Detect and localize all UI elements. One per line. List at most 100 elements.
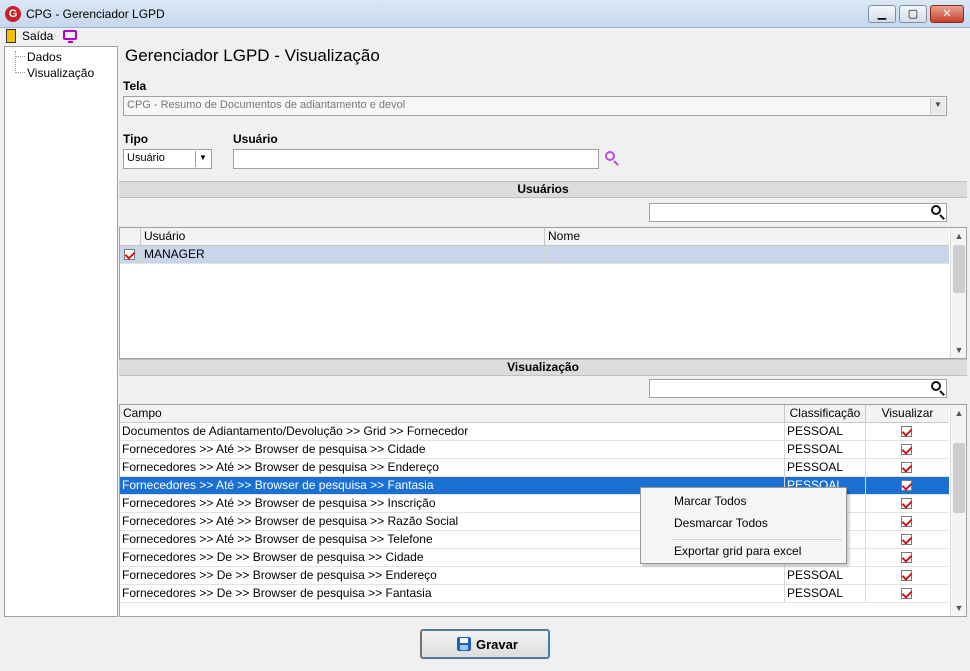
- visualizar-checkbox[interactable]: [901, 480, 912, 491]
- search-icon[interactable]: [605, 151, 619, 166]
- cell-visualizar: [866, 549, 949, 567]
- scroll-up-icon[interactable]: ▲: [951, 405, 966, 421]
- table-row[interactable]: MANAGER: [120, 246, 949, 264]
- header-check-column: [120, 228, 141, 245]
- usuario-input[interactable]: [233, 149, 599, 169]
- chevron-down-icon[interactable]: ▼: [195, 151, 210, 167]
- search-ring: [931, 205, 941, 215]
- save-button[interactable]: Gravar: [420, 629, 550, 659]
- save-disk-icon: [457, 637, 471, 651]
- tree-item-dados[interactable]: Dados: [27, 50, 62, 64]
- cell-classificacao: PESSOAL: [785, 459, 866, 477]
- visualizar-checkbox[interactable]: [901, 570, 912, 581]
- cell-classificacao: PESSOAL: [785, 567, 866, 585]
- usuario-label: Usuário: [233, 132, 278, 146]
- cell-usuario: MANAGER: [141, 246, 545, 264]
- table-row[interactable]: Fornecedores >> De >> Browser de pesquis…: [120, 585, 949, 603]
- scroll-up-icon[interactable]: ▲: [951, 228, 966, 244]
- page-title: Gerenciador LGPD - Visualização: [125, 46, 380, 65]
- visualizar-checkbox[interactable]: [901, 498, 912, 509]
- cell-visualizar: [866, 441, 949, 459]
- cell-classificacao: PESSOAL: [785, 423, 866, 441]
- window-titlebar: G CPG - Gerenciador LGPD ▁ ▢ ✕: [0, 0, 970, 28]
- cell-visualizar: [866, 459, 949, 477]
- menu-item-desmarcar-todos[interactable]: Desmarcar Todos: [674, 516, 768, 530]
- search-ring: [931, 381, 941, 391]
- table-row[interactable]: Documentos de Adiantamento/Devolução >> …: [120, 423, 949, 441]
- context-menu: Marcar Todos Desmarcar Todos Exportar gr…: [640, 487, 847, 564]
- tree-connector: [15, 72, 25, 73]
- cell-campo: Fornecedores >> De >> Browser de pesquis…: [120, 585, 785, 603]
- cell-visualizar: [866, 567, 949, 585]
- column-header-campo[interactable]: Campo: [120, 405, 785, 422]
- cell-visualizar: [866, 531, 949, 549]
- maximize-button[interactable]: ▢: [899, 5, 927, 23]
- close-button[interactable]: ✕: [930, 5, 964, 23]
- visualizar-checkbox[interactable]: [901, 516, 912, 527]
- cell-classificacao: PESSOAL: [785, 441, 866, 459]
- users-section-header: Usuários: [119, 181, 967, 198]
- menu-item-marcar-todos[interactable]: Marcar Todos: [674, 494, 746, 508]
- exit-door-icon[interactable]: [6, 29, 16, 43]
- window-title: CPG - Gerenciador LGPD: [26, 7, 165, 21]
- cell-visualizar: [866, 423, 949, 441]
- search-icon[interactable]: [931, 381, 945, 396]
- scroll-thumb[interactable]: [953, 443, 965, 513]
- visualizar-checkbox[interactable]: [901, 426, 912, 437]
- row-checkbox[interactable]: [124, 249, 135, 260]
- table-row[interactable]: Fornecedores >> De >> Browser de pesquis…: [120, 567, 949, 585]
- cell-visualizar: [866, 495, 949, 513]
- cell-campo: Fornecedores >> Até >> Browser de pesqui…: [120, 441, 785, 459]
- visualizar-checkbox[interactable]: [901, 462, 912, 473]
- visualizar-checkbox[interactable]: [901, 588, 912, 599]
- table-row[interactable]: Fornecedores >> Até >> Browser de pesqui…: [120, 441, 949, 459]
- view-search-input[interactable]: [649, 379, 947, 398]
- cell-campo: Fornecedores >> De >> Browser de pesquis…: [120, 567, 785, 585]
- monitor-icon[interactable]: [63, 30, 77, 43]
- table-row[interactable]: Fornecedores >> Até >> Browser de pesqui…: [120, 459, 949, 477]
- column-header-visualizar[interactable]: Visualizar: [866, 405, 949, 422]
- column-header-nome[interactable]: Nome: [545, 228, 949, 245]
- app-logo-icon: G: [5, 6, 21, 22]
- cell-nome: [545, 246, 949, 264]
- users-grid-scrollbar[interactable]: ▲ ▼: [950, 228, 966, 358]
- cell-visualizar: [866, 513, 949, 531]
- scroll-down-icon[interactable]: ▼: [951, 600, 966, 616]
- cell-visualizar: [866, 477, 949, 495]
- tipo-label: Tipo: [123, 132, 149, 146]
- tree-item-visualizacao[interactable]: Visualização: [27, 66, 94, 80]
- minimize-icon: ▁: [877, 8, 887, 20]
- view-grid-header: Campo Classificação Visualizar: [120, 405, 949, 423]
- tela-select-value: CPG - Resumo de Documentos de adiantamen…: [127, 99, 406, 111]
- scroll-down-icon[interactable]: ▼: [951, 342, 966, 358]
- chevron-down-icon[interactable]: ▼: [930, 98, 945, 114]
- cell-classificacao: PESSOAL: [785, 585, 866, 603]
- cell-campo: Documentos de Adiantamento/Devolução >> …: [120, 423, 785, 441]
- minimize-button[interactable]: ▁: [868, 5, 896, 23]
- search-icon[interactable]: [931, 205, 945, 220]
- visualizar-checkbox[interactable]: [901, 444, 912, 455]
- search-handle: [613, 160, 619, 166]
- toolbar: Saída: [0, 28, 970, 45]
- tree-connector: [15, 56, 25, 57]
- save-button-label: Gravar: [476, 637, 518, 652]
- cell-campo: Fornecedores >> Até >> Browser de pesqui…: [120, 459, 785, 477]
- users-grid-header: Usuário Nome: [120, 228, 949, 246]
- maximize-icon: ▢: [907, 8, 919, 20]
- view-section-header: Visualização: [119, 359, 967, 376]
- view-grid-scrollbar[interactable]: ▲ ▼: [950, 405, 966, 616]
- exit-button[interactable]: Saída: [22, 29, 53, 43]
- tela-label: Tela: [123, 79, 147, 93]
- tipo-select[interactable]: Usuário ▼: [123, 149, 212, 169]
- tree-connector: [15, 51, 16, 73]
- users-search-input[interactable]: [649, 203, 947, 222]
- visualizar-checkbox[interactable]: [901, 552, 912, 563]
- visualizar-checkbox[interactable]: [901, 534, 912, 545]
- tela-select[interactable]: CPG - Resumo de Documentos de adiantamen…: [123, 96, 947, 116]
- navigation-tree: Dados Visualização: [4, 46, 118, 617]
- column-header-usuario[interactable]: Usuário: [141, 228, 545, 245]
- menu-item-exportar-excel[interactable]: Exportar grid para excel: [674, 544, 801, 558]
- column-header-classificacao[interactable]: Classificação: [785, 405, 866, 422]
- scroll-thumb[interactable]: [953, 245, 965, 293]
- menu-separator: [671, 539, 842, 540]
